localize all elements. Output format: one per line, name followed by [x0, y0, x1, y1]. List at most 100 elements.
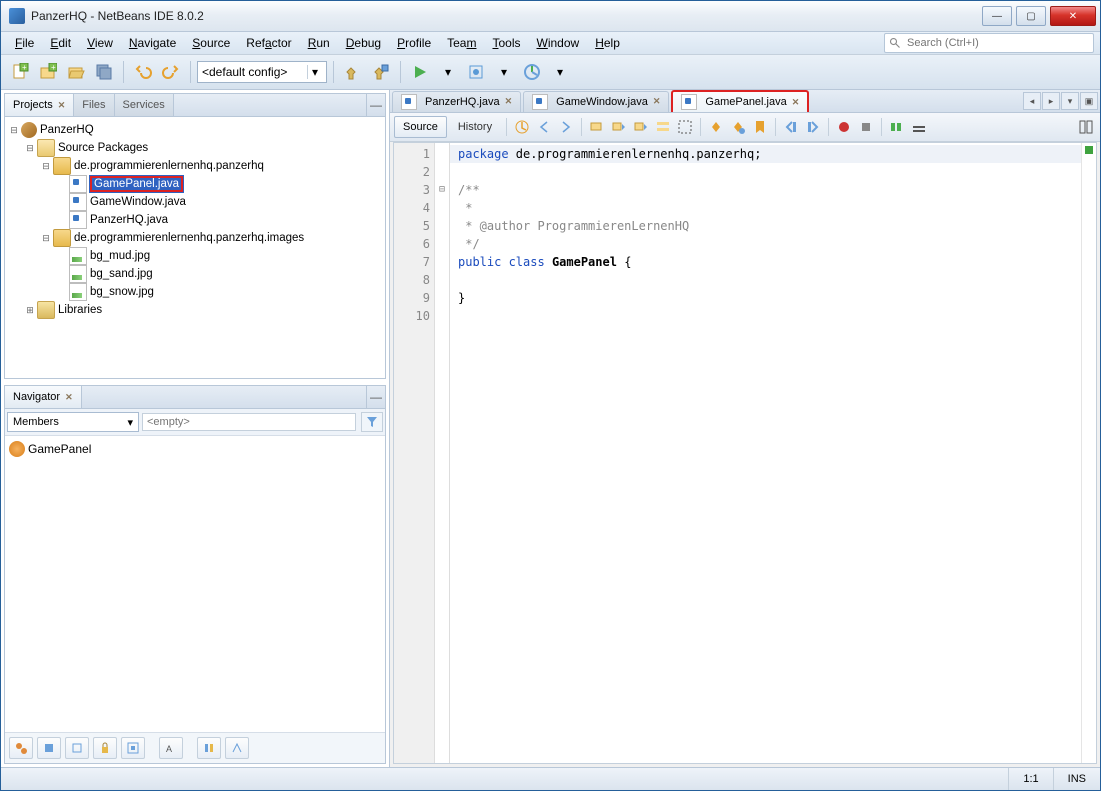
profile-button[interactable] [519, 59, 545, 85]
nav-show-inner-button[interactable] [121, 737, 145, 759]
tree-source-packages[interactable]: Source Packages [58, 142, 148, 154]
scroll-tabs-right-button[interactable]: ▸ [1042, 92, 1060, 110]
find-next-button[interactable] [631, 117, 651, 137]
editor-tab-panzerhq[interactable]: PanzerHQ.java✕ [392, 91, 521, 112]
tree-package-2[interactable]: de.programmierenlernenhq.panzerhq.images [74, 232, 304, 244]
last-edit-button[interactable] [512, 117, 532, 137]
menu-debug[interactable]: Debug [338, 34, 389, 52]
run-button[interactable] [407, 59, 433, 85]
debug-button[interactable] [463, 59, 489, 85]
tab-files[interactable]: Files [74, 94, 114, 116]
scroll-tabs-left-button[interactable]: ◂ [1023, 92, 1041, 110]
fold-gutter[interactable]: ⊟ [435, 143, 450, 763]
run-dropdown[interactable]: ▾ [435, 59, 461, 85]
show-opened-docs-button[interactable]: ▾ [1061, 92, 1079, 110]
menu-profile[interactable]: Profile [389, 34, 439, 52]
close-icon[interactable]: ✕ [792, 97, 800, 108]
menu-navigate[interactable]: Navigate [121, 34, 184, 52]
tab-projects[interactable]: Projects✕ [5, 94, 74, 116]
toggle-rectangular-button[interactable] [675, 117, 695, 137]
nav-show-doc-button[interactable] [225, 737, 249, 759]
search-input[interactable] [905, 36, 1089, 50]
maximize-button[interactable]: ▢ [1016, 6, 1046, 26]
nav-show-inherited-button[interactable] [9, 737, 33, 759]
menu-refactor[interactable]: Refactor [238, 34, 299, 52]
profile-dropdown[interactable]: ▾ [547, 59, 573, 85]
split-view-button[interactable] [1076, 117, 1096, 137]
clean-build-button[interactable] [368, 59, 394, 85]
tree-file-gamewindow[interactable]: GameWindow.java [90, 196, 186, 208]
tab-services[interactable]: Services [115, 94, 174, 116]
config-select[interactable]: <default config> ▾ [197, 61, 327, 83]
tree-libraries[interactable]: Libraries [58, 304, 102, 316]
close-icon[interactable]: ✕ [653, 96, 661, 107]
project-tree[interactable]: ⊟PanzerHQ ⊟Source Packages ⊟de.programmi… [5, 117, 385, 378]
minimize-pane-button[interactable]: — [366, 94, 385, 116]
nav-show-nonpublic-button[interactable] [93, 737, 117, 759]
prev-bookmark-button[interactable] [706, 117, 726, 137]
close-button[interactable]: ✕ [1050, 6, 1096, 26]
menu-window[interactable]: Window [529, 34, 588, 52]
shift-left-button[interactable] [781, 117, 801, 137]
code-area[interactable]: package de.programmierenlernenhq.panzerh… [450, 143, 1081, 763]
find-selection-button[interactable] [587, 117, 607, 137]
close-icon[interactable]: ✕ [65, 392, 73, 403]
undo-button[interactable] [130, 59, 156, 85]
redo-button[interactable] [158, 59, 184, 85]
debug-dropdown[interactable]: ▾ [491, 59, 517, 85]
navigator-filter-input[interactable] [142, 413, 356, 431]
close-icon[interactable]: ✕ [505, 96, 513, 107]
nav-sort-alpha-button[interactable]: A [159, 737, 183, 759]
uncomment-button[interactable] [909, 117, 929, 137]
nav-show-static-button[interactable] [65, 737, 89, 759]
next-bookmark-button[interactable] [728, 117, 748, 137]
menu-tools[interactable]: Tools [484, 34, 528, 52]
maximize-editor-button[interactable]: ▣ [1080, 92, 1098, 110]
editor-tab-gamewindow[interactable]: GameWindow.java✕ [523, 91, 669, 112]
tree-project[interactable]: PanzerHQ [40, 124, 94, 136]
tree-file-gamepanel[interactable]: GamePanel.java [90, 176, 183, 192]
navigator-view-select[interactable]: Members▾ [7, 412, 139, 432]
menu-help[interactable]: Help [587, 34, 628, 52]
menu-team[interactable]: Team [439, 34, 484, 52]
tree-file-bgmud[interactable]: bg_mud.jpg [90, 250, 150, 262]
find-prev-button[interactable] [609, 117, 629, 137]
editor-tab-gamepanel[interactable]: GamePanel.java✕ [671, 90, 809, 112]
menu-edit[interactable]: Edit [42, 34, 79, 52]
tree-file-panzerhq[interactable]: PanzerHQ.java [90, 214, 168, 226]
toggle-highlight-button[interactable] [653, 117, 673, 137]
source-view-button[interactable]: Source [394, 116, 447, 138]
start-macro-button[interactable] [834, 117, 854, 137]
navigator-filter-button[interactable] [361, 412, 383, 432]
tree-file-bgsnow[interactable]: bg_snow.jpg [90, 286, 154, 298]
build-button[interactable] [340, 59, 366, 85]
save-all-button[interactable] [91, 59, 117, 85]
menu-file[interactable]: File [7, 34, 42, 52]
navigator-class[interactable]: GamePanel [28, 442, 91, 456]
back-button[interactable] [534, 117, 554, 137]
open-project-button[interactable] [63, 59, 89, 85]
history-view-button[interactable]: History [449, 116, 501, 138]
new-project-button[interactable]: + [35, 59, 61, 85]
stop-macro-button[interactable] [856, 117, 876, 137]
minimize-button[interactable]: — [982, 6, 1012, 26]
tab-navigator[interactable]: Navigator✕ [5, 386, 82, 408]
nav-show-fqn-button[interactable] [197, 737, 221, 759]
comment-button[interactable] [887, 117, 907, 137]
minimize-pane-button[interactable]: — [366, 386, 385, 408]
new-file-button[interactable]: + [7, 59, 33, 85]
code-editor[interactable]: 12345678910 ⊟ package de.programmierenle… [393, 142, 1097, 764]
shift-right-button[interactable] [803, 117, 823, 137]
nav-show-fields-button[interactable] [37, 737, 61, 759]
tree-file-bgsand[interactable]: bg_sand.jpg [90, 268, 153, 280]
menu-run[interactable]: Run [300, 34, 338, 52]
insert-mode[interactable]: INS [1053, 768, 1100, 790]
menu-view[interactable]: View [79, 34, 121, 52]
error-stripe[interactable] [1081, 143, 1096, 763]
close-icon[interactable]: ✕ [58, 100, 66, 111]
forward-button[interactable] [556, 117, 576, 137]
tree-package-1[interactable]: de.programmierenlernenhq.panzerhq [74, 160, 264, 172]
search-box[interactable] [884, 33, 1094, 53]
toggle-bookmark-button[interactable] [750, 117, 770, 137]
menu-source[interactable]: Source [184, 34, 238, 52]
